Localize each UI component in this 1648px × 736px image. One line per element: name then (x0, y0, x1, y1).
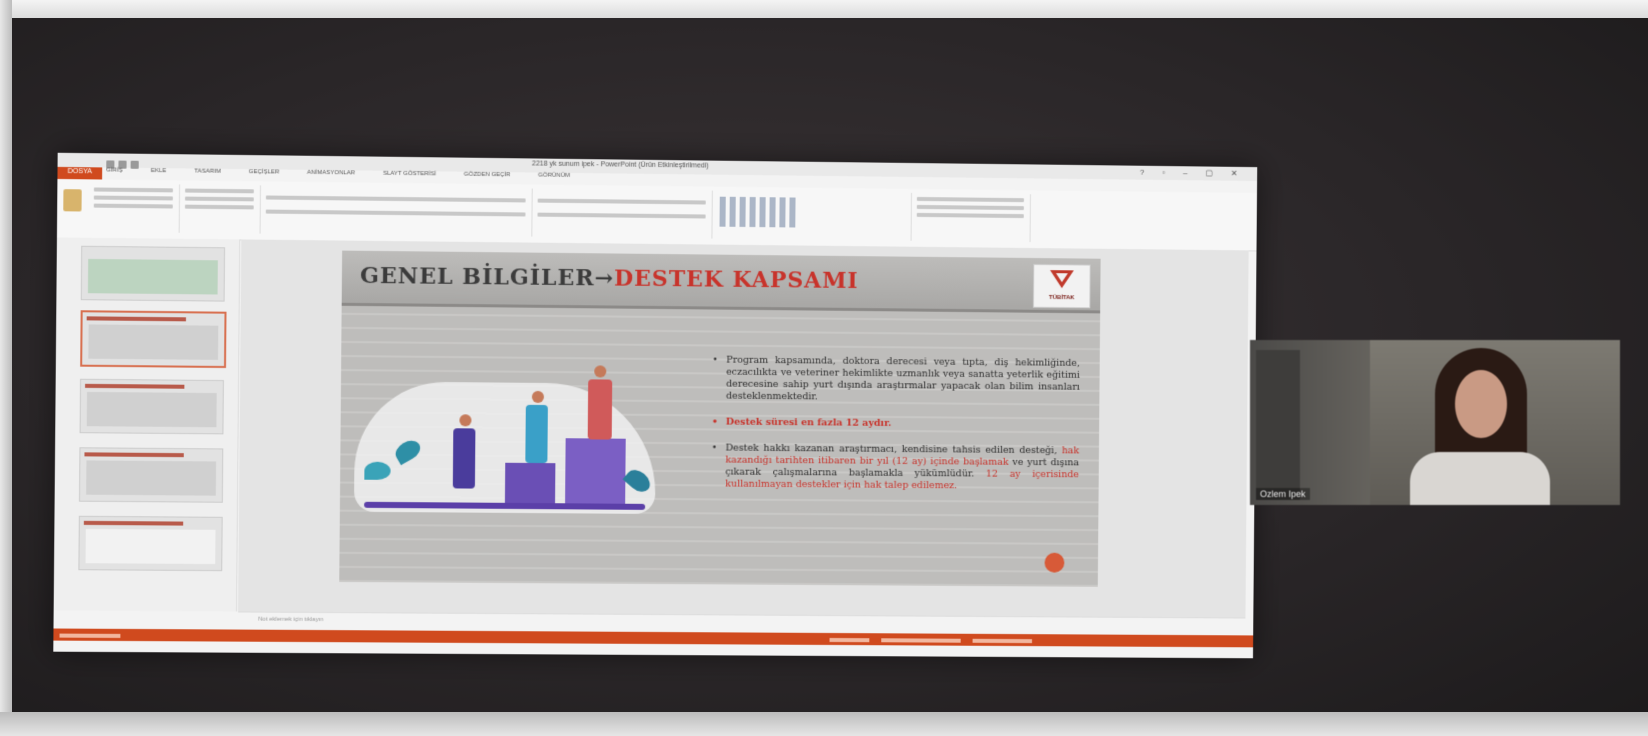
paragraph-group[interactable] (531, 189, 713, 239)
bullet-obligation: Destek hakkı kazanan araştırmacı, kendis… (711, 442, 1079, 493)
thumbnail-slide-2[interactable] (80, 310, 226, 368)
title-part-general: GENEL BİLGİLER (360, 263, 595, 292)
clipboard-group[interactable] (57, 183, 180, 233)
editing-group[interactable] (911, 193, 1031, 242)
thumbnail-slide-5[interactable] (78, 516, 222, 571)
thumbnail-slide-4[interactable] (79, 447, 223, 502)
bullet-list: Program kapsamında, doktora derecesi vey… (711, 354, 1080, 507)
file-tab[interactable]: DOSYA (57, 167, 102, 180)
tab-review[interactable]: GÖZDEN GEÇİR (464, 172, 511, 179)
participant-video-tile[interactable]: Ozlem Ipek (1250, 340, 1620, 505)
slide-nav-dot[interactable] (1044, 553, 1064, 573)
slide-header: GENEL BİLGİLER→DESTEK KAPSAMI TÜBİTAK (342, 251, 1101, 314)
file-tab-label: DOSYA (68, 168, 92, 175)
tab-view[interactable]: GÖRÜNÜM (538, 173, 570, 179)
tab-animations[interactable]: ANİMASYONLAR (307, 170, 355, 177)
monitor-bezel-left (0, 0, 12, 736)
title-part-scope: DESTEK KAPSAMI (614, 266, 859, 295)
bullet-eligibility: Program kapsamında, doktora derecesi vey… (712, 354, 1080, 405)
paste-icon[interactable] (63, 189, 81, 211)
slide-title: GENEL BİLGİLER→DESTEK KAPSAMI (360, 263, 859, 294)
title-arrow: → (595, 265, 615, 291)
current-slide[interactable]: GENEL BİLGİLER→DESTEK KAPSAMI TÜBİTAK • … (339, 251, 1100, 587)
slide-thumbnails[interactable] (54, 237, 241, 611)
tab-home[interactable]: GİRİŞ (106, 167, 123, 173)
participant-name: Ozlem Ipek (1256, 488, 1310, 500)
logo-text: TÜBİTAK (1034, 295, 1089, 302)
quick-access-toolbar[interactable] (106, 155, 207, 166)
tab-insert[interactable]: EKLE (151, 168, 167, 174)
document-title: 2218 yk sunum ipek - PowerPoint (Ürün Et… (532, 160, 709, 169)
monitor-bezel-top (0, 0, 1648, 18)
shapes-gallery[interactable] (720, 197, 800, 228)
bullet-duration: Destek süresi en fazla 12 aydır. (712, 416, 1080, 431)
tab-transitions[interactable]: GEÇİŞLER (249, 169, 280, 175)
notes-placeholder: Not eklemek için tıklayın (258, 617, 323, 623)
monitor-bezel-bottom (0, 712, 1648, 736)
tubitak-logo: TÜBİTAK (1033, 264, 1091, 308)
powerpoint-window: 2218 yk sunum ipek - PowerPoint (Ürün Et… (53, 153, 1257, 658)
window-controls[interactable]: ? ▫ – ▢ ✕ (1140, 168, 1245, 178)
slide-editing-area[interactable]: GENEL BİLGİLER→DESTEK KAPSAMI TÜBİTAK • … (238, 239, 1249, 617)
tab-slideshow[interactable]: SLAYT GÖSTERİSİ (383, 171, 436, 178)
slides-group[interactable] (179, 184, 261, 233)
thumbnail-slide-3[interactable] (80, 379, 224, 435)
thumbnail-slide-1[interactable] (81, 246, 225, 302)
font-group[interactable] (260, 185, 533, 236)
tab-design[interactable]: TASARIM (194, 169, 221, 175)
drawing-group[interactable] (711, 191, 912, 241)
teamwork-illustration (354, 341, 657, 524)
